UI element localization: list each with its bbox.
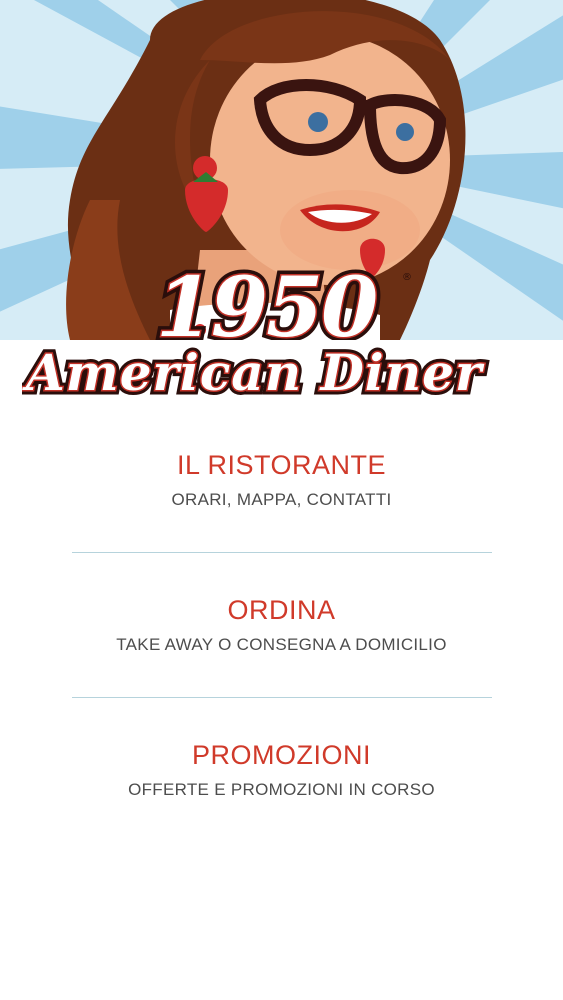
logo-year-1950: 1950 1950 ® [151,262,412,340]
divider [71,552,492,553]
hero-banner: 1950 1950 ® [0,0,563,340]
logo-wordmark: American Diner American Diner [0,330,563,420]
divider [71,697,492,698]
menu-item-promozioni[interactable]: PROMOZIONI OFFERTE E PROMOZIONI IN CORSO [0,738,563,802]
registered-mark: ® [402,272,412,283]
menu-item-title: PROMOZIONI [192,740,371,770]
menu-item-title: ORDINA [227,595,336,625]
svg-text:American Diner: American Diner [22,343,485,402]
logo-american-diner: American Diner American Diner [22,339,488,407]
menu-item-ordina[interactable]: ORDINA TAKE AWAY O CONSEGNA A DOMICILIO [0,593,563,657]
menu-item-subtitle: TAKE AWAY O CONSEGNA A DOMICILIO [116,635,447,654]
svg-text:1950: 1950 [156,262,378,340]
menu-item-subtitle: ORARI, MAPPA, CONTATTI [171,490,392,509]
menu-item-title: IL RISTORANTE [176,450,387,480]
main-menu: IL RISTORANTE ORARI, MAPPA, CONTATTI ORD… [0,448,563,802]
menu-item-il-ristorante[interactable]: IL RISTORANTE ORARI, MAPPA, CONTATTI [0,448,563,512]
menu-item-subtitle: OFFERTE E PROMOZIONI IN CORSO [128,780,435,799]
